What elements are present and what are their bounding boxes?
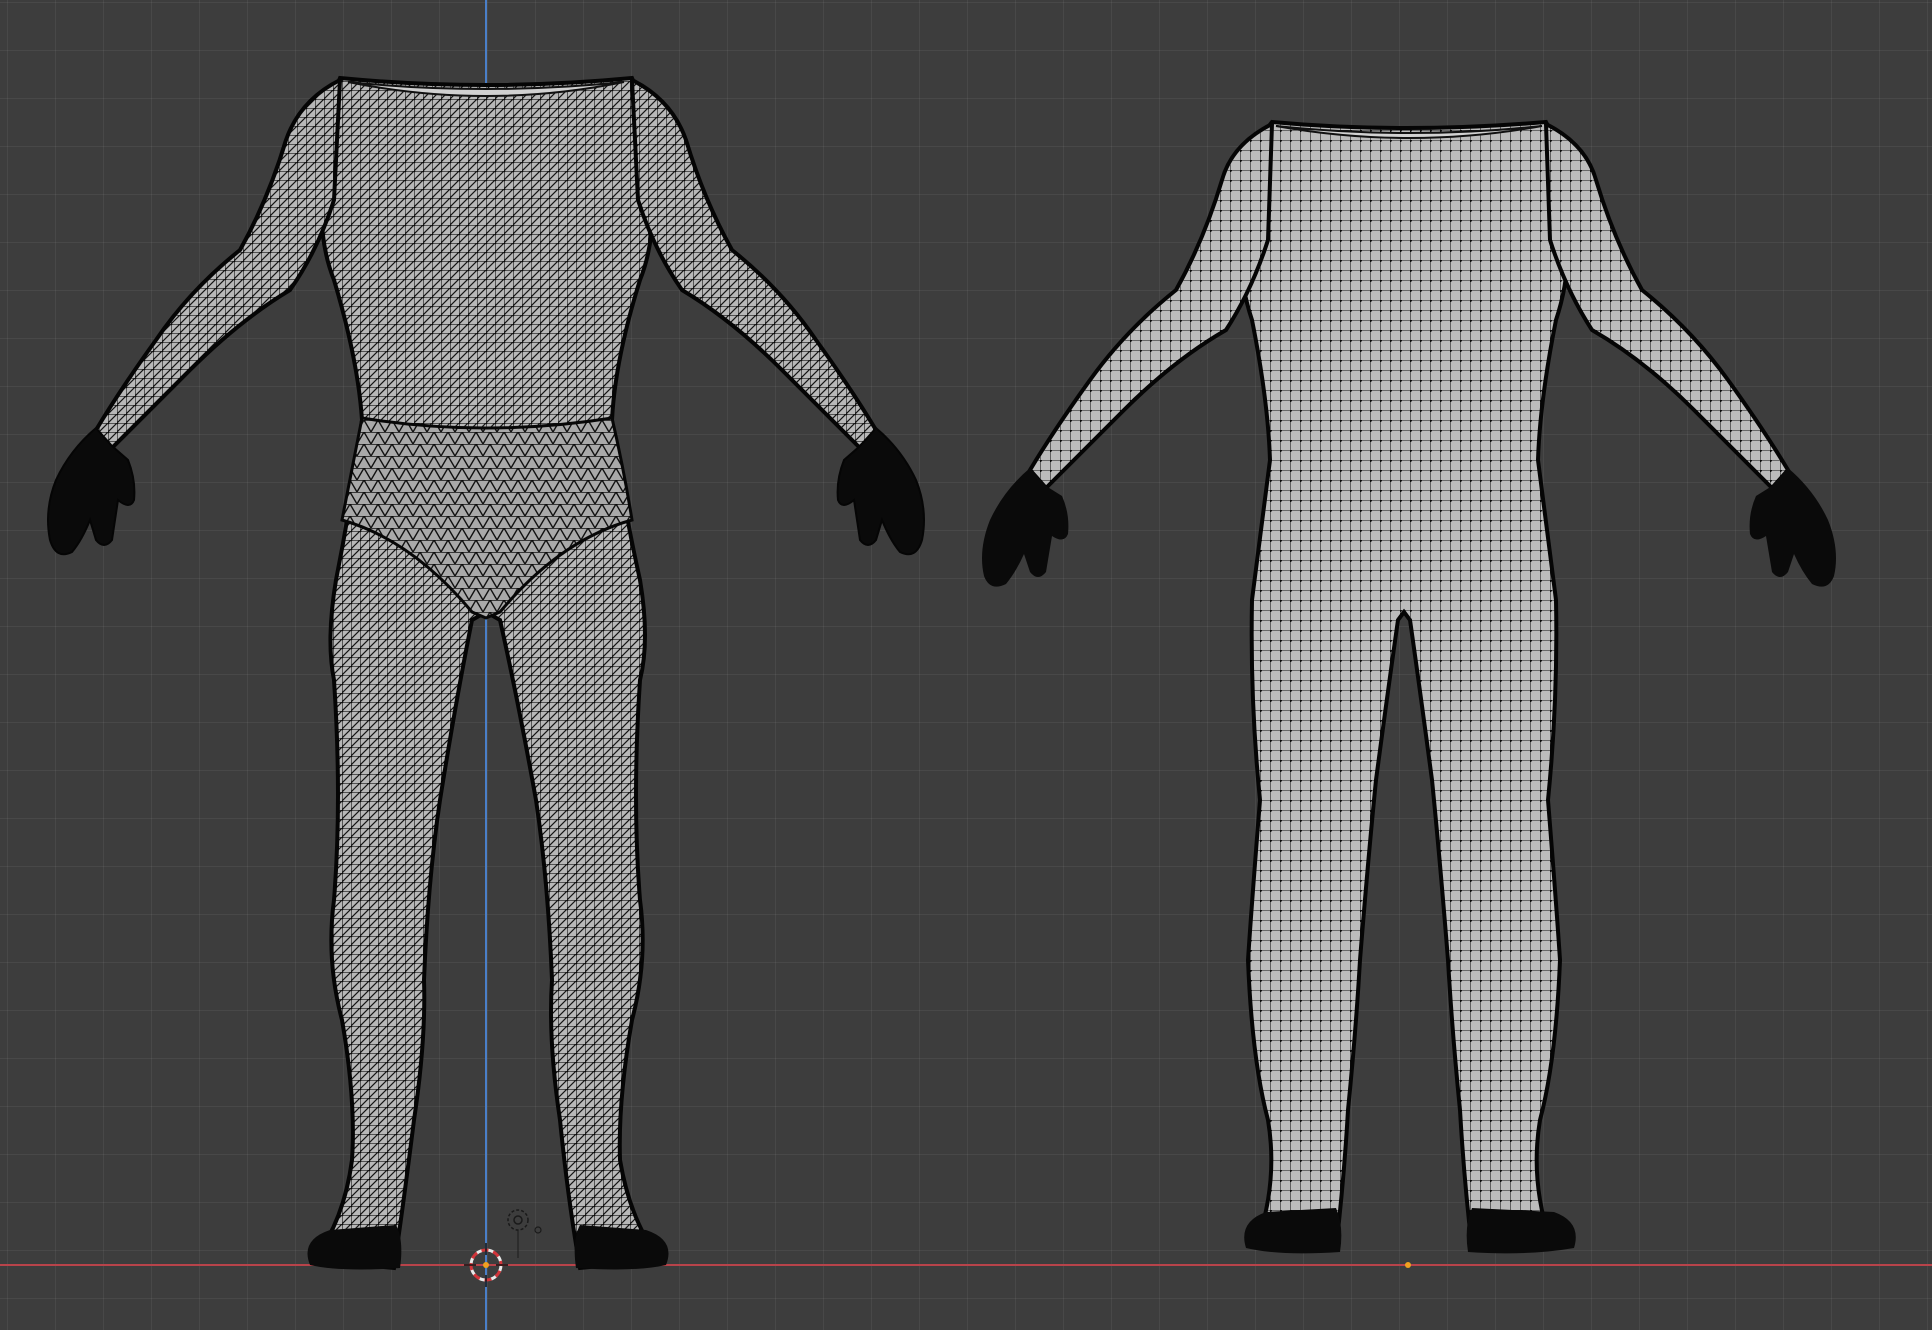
body-retopo-mesh[interactable] [982,119,1836,1254]
left-body-hand-right [836,426,925,556]
right-body-foot-right [1466,1208,1576,1254]
left-body-arm-right [629,76,879,451]
light-object-icon[interactable] [507,1209,542,1258]
left-body-hand-left [47,426,136,556]
left-body-foot-right [574,1225,669,1270]
right-body-hand-left [982,468,1069,587]
left-body-arm-left [93,76,343,451]
right-body-torso [1238,119,1570,1251]
right-body-hand-right [1749,468,1836,587]
right-body-foot-left [1244,1208,1342,1254]
object-origin-icon[interactable] [1405,1262,1411,1268]
left-body-foot-left [307,1225,402,1270]
right-body-arm-left [1027,120,1275,491]
right-body-arm-right [1543,120,1791,491]
3d-viewport[interactable] [0,0,1932,1330]
3d-cursor-icon[interactable] [464,1243,508,1287]
scene-canvas[interactable] [0,0,1932,1330]
